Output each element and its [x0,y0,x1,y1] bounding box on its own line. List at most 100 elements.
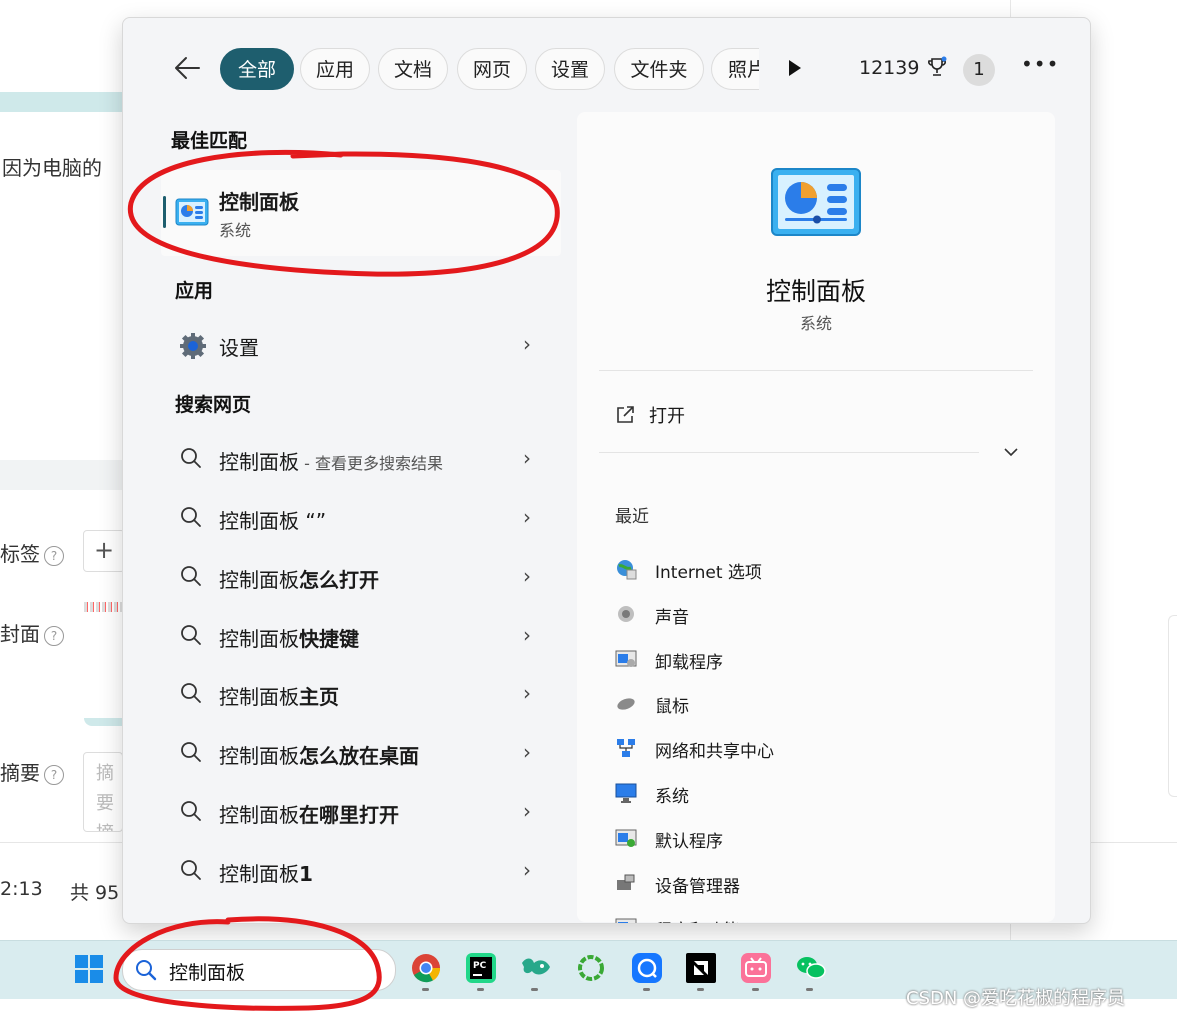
web-result-label: 控制面板怎么放在桌面 [219,744,419,768]
bilibili-icon[interactable] [741,953,771,983]
svg-text:PC: PC [473,961,487,971]
help-icon[interactable]: ? [44,625,64,646]
device-manager-icon [615,872,637,894]
control-panel-large-icon [771,168,861,240]
running-indicator [806,988,813,991]
web-search-result[interactable]: 控制面板 - 查看更多搜索结果 › [173,440,543,480]
browser-app-icon[interactable] [632,953,662,983]
background-side-card [1168,615,1177,797]
taskbar-search-box[interactable] [122,949,396,991]
tab-documents[interactable]: 文档 [378,48,448,90]
abstract-field-label: 摘要? [0,757,64,786]
web-result-label: 控制面板 - 查看更多搜索结果 [219,450,443,474]
network-icon [615,737,637,759]
web-result-label: 控制面板快捷键 [219,627,359,651]
help-icon[interactable]: ? [44,764,64,785]
tab-photos[interactable]: 照片 [711,48,759,90]
search-icon [179,799,203,827]
web-search-result[interactable]: 控制面板 “” › [173,499,543,539]
best-match-heading: 最佳匹配 [171,130,248,152]
selection-indicator [163,196,166,228]
web-search-heading: 搜索网页 [175,394,252,416]
tab-all[interactable]: 全部 [220,48,294,90]
tab-folders[interactable]: 文件夹 [614,48,704,90]
search-panel: 全部 应用 文档 网页 设置 文件夹 照片 12139 1 ••• 最佳匹配 控… [122,17,1091,924]
default-programs-icon [615,827,637,849]
windows-start-icon[interactable] [74,954,104,988]
running-indicator [643,988,650,991]
wechat-icon[interactable] [795,953,826,983]
web-result-label: 控制面板怎么打开 [219,568,379,592]
background-snippet: 因为电脑的 [2,156,102,180]
best-match-subtitle: 系统 [219,221,252,240]
scroll-tabs-right-icon[interactable] [789,60,801,76]
best-match-title: 控制面板 [219,190,299,214]
app-result-settings[interactable]: 设置 › [173,326,543,366]
speaker-icon [615,603,637,625]
open-action[interactable]: 打开 [615,402,685,428]
recent-item-label: 设备管理器 [655,876,740,897]
mouse-icon [615,692,637,714]
chrome-icon[interactable] [411,953,441,983]
tab-settings[interactable]: 设置 [535,48,605,90]
search-icon [179,740,203,768]
background-word-count: 共 95 [70,882,120,904]
search-icon [179,564,203,592]
help-icon[interactable]: ? [44,545,64,566]
amd-software-icon[interactable] [686,953,716,983]
preview-divider [599,452,979,453]
web-search-result[interactable]: 控制面板主页 › [173,675,543,715]
chevron-right-icon: › [523,858,531,882]
trophy-icon [927,56,946,76]
dataspell-icon[interactable] [520,953,550,983]
loader-app-icon[interactable] [576,953,606,983]
web-search-result[interactable]: 控制面板在哪里打开 › [173,793,543,833]
tab-web[interactable]: 网页 [457,48,527,90]
cover-field-label: 封面? [0,618,64,647]
control-panel-icon [175,198,209,230]
preview-divider [599,370,1033,371]
recent-item-label: Internet 选项 [655,563,762,583]
recent-item-label: 默认程序 [655,831,723,852]
apps-heading: 应用 [175,280,214,302]
app-result-label: 设置 [219,336,259,360]
expand-chevron-icon[interactable] [1003,442,1019,463]
recent-item-label: 系统 [655,787,689,807]
web-result-label: 控制面板 “” [219,509,327,533]
web-search-result[interactable]: 控制面板怎么打开 › [173,558,543,598]
web-result-label: 控制面板在哪里打开 [219,803,399,827]
background-accent-band [0,92,122,112]
programs-features-icon [615,916,637,923]
web-search-result[interactable]: 控制面板怎么放在桌面 › [173,734,543,774]
background-time: 2:13 [0,878,43,900]
search-icon [179,858,203,886]
search-icon [179,446,203,474]
chevron-right-icon: › [523,623,531,647]
chevron-right-icon: › [523,681,531,705]
recent-item-label: 声音 [655,607,689,628]
rewards-points[interactable]: 12139 [859,56,948,79]
monitor-icon [615,782,637,804]
web-result-label: 控制面板1 [219,862,313,886]
web-search-result[interactable]: 控制面板快捷键 › [173,617,543,657]
search-icon [179,623,203,651]
open-external-icon [617,406,634,423]
pycharm-icon[interactable]: PC [466,953,496,983]
add-tag-button[interactable]: + [83,530,125,572]
search-icon [179,505,203,533]
cover-frame-edge [84,718,122,726]
chevron-right-icon: › [523,740,531,764]
back-arrow-icon[interactable] [173,56,201,87]
recent-item-label: 网络和共享中心 [655,742,774,763]
programs-icon [615,648,637,670]
chevron-right-icon: › [523,446,531,470]
background-separator [0,460,122,490]
recent-heading: 最近 [615,507,649,527]
search-input[interactable] [167,956,371,986]
abstract-textarea[interactable]: 摘要摘要 [83,752,123,832]
web-search-result[interactable]: 控制面板1 › [173,852,543,892]
account-avatar[interactable]: 1 [963,54,995,86]
more-options-icon[interactable]: ••• [1021,52,1059,76]
tab-apps[interactable]: 应用 [300,48,370,90]
cover-thumbnail[interactable] [84,602,122,612]
